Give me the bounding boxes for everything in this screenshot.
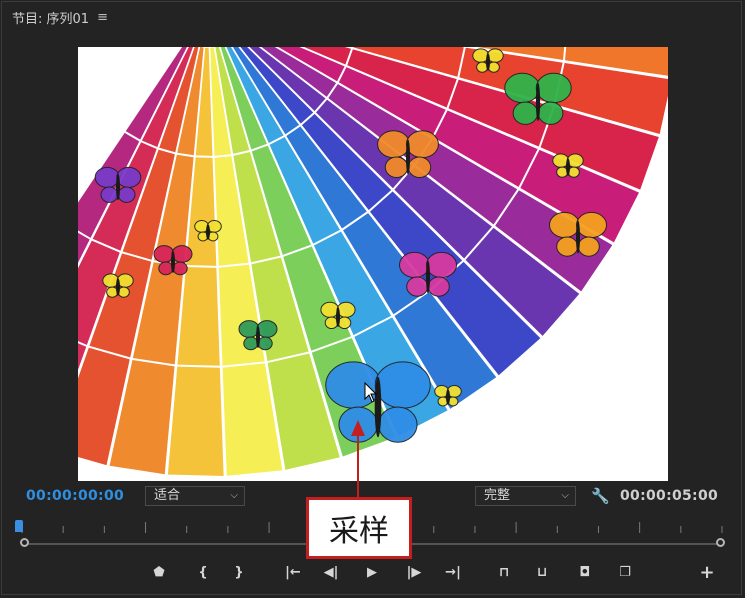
step-forward-button[interactable]: |▶ <box>403 561 425 583</box>
zoom-level-select[interactable]: 适合 ⌵ <box>145 486 245 506</box>
extract-icon: ⊔ <box>536 564 548 580</box>
playhead-timecode[interactable]: 00:00:00:00 <box>26 488 124 504</box>
program-viewer[interactable] <box>78 47 668 481</box>
plus-icon: + <box>699 561 715 583</box>
panel-menu-icon[interactable]: ≡ <box>97 10 108 25</box>
zoom-scrollbar-end-handle[interactable] <box>716 538 725 547</box>
sampling-callout: 采样 <box>306 497 412 559</box>
go-to-in-button[interactable]: |← <box>282 561 304 583</box>
transport-controls: ⬟ {} |← ◀| ▶ |▶ →| ⊓ ⊔ ◘ ❐ + <box>0 561 745 585</box>
extract-button[interactable]: ⊔ <box>531 561 553 583</box>
step-forward-icon: |▶ <box>406 564 422 580</box>
button-editor-button[interactable]: + <box>696 561 718 583</box>
wrench-icon[interactable]: 🔧 <box>591 487 610 505</box>
go-to-out-icon: →| <box>445 564 461 580</box>
step-back-icon: ◀| <box>323 564 339 580</box>
play-icon: ▶ <box>367 564 377 580</box>
marker-icon: ⬟ <box>153 564 165 580</box>
mark-in-button[interactable]: { <box>192 561 214 583</box>
go-to-out-button[interactable]: →| <box>442 561 464 583</box>
playback-resolution-select[interactable]: 完整 ⌵ <box>475 486 576 506</box>
camera-icon: ◘ <box>579 564 591 580</box>
zoom-level-value: 适合 <box>154 488 181 503</box>
export-frame-button[interactable]: ◘ <box>574 561 596 583</box>
add-marker-button[interactable]: ⬟ <box>148 561 170 583</box>
callout-label: 采样 <box>329 514 389 549</box>
play-button[interactable]: ▶ <box>361 561 383 583</box>
playback-resolution-value: 完整 <box>484 488 511 503</box>
lift-button[interactable]: ⊓ <box>493 561 515 583</box>
go-to-in-icon: |← <box>285 564 301 580</box>
panel-title[interactable]: 节目: 序列01 <box>12 8 89 27</box>
compare-icon: ❐ <box>619 564 631 580</box>
zoom-scrollbar-start-handle[interactable] <box>20 538 29 547</box>
lift-icon: ⊓ <box>498 564 510 580</box>
mark-out-icon: } <box>234 564 244 580</box>
mark-out-button[interactable]: } <box>228 561 250 583</box>
duration-timecode: 00:00:05:00 <box>620 488 719 504</box>
playhead-marker[interactable] <box>15 520 23 532</box>
step-back-button[interactable]: ◀| <box>320 561 342 583</box>
compare-view-button[interactable]: ❐ <box>614 561 636 583</box>
color-fan-butterflies-image <box>78 47 668 481</box>
chevron-down-icon: ⌵ <box>230 490 238 501</box>
panel-header: 节目: 序列01 ≡ <box>12 6 108 28</box>
chevron-down-icon: ⌵ <box>561 490 569 501</box>
mark-in-icon: { <box>198 564 208 580</box>
